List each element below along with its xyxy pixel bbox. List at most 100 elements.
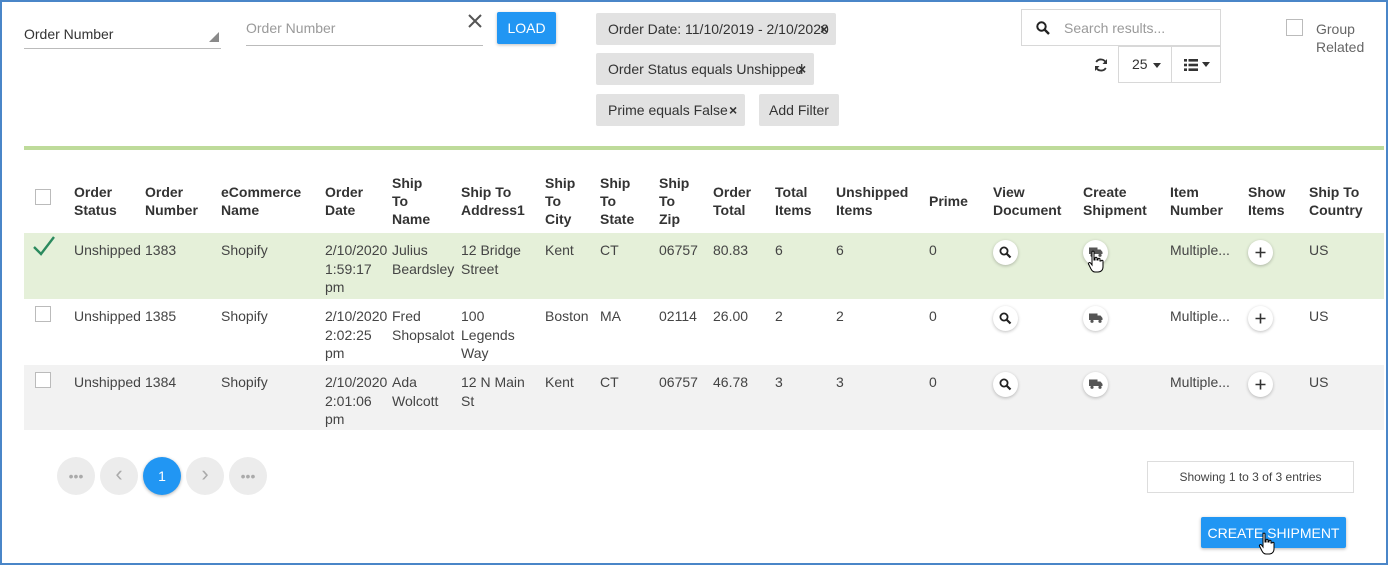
pager-first-button[interactable]: ••• <box>57 457 95 495</box>
table-row[interactable]: Unshipped 1384 Shopify 2/10/2020 2:01:06 pm Ad… <box>24 365 1384 430</box>
ship-to-address-cell-line: Street <box>461 260 499 277</box>
pager-last-button[interactable]: ••• <box>229 457 267 495</box>
ship-to-zip-cell: 06757 <box>659 374 698 390</box>
plus-icon <box>1255 379 1266 390</box>
column-header-line: City <box>545 211 572 227</box>
column-header-line: Ship To <box>1309 184 1360 200</box>
column-header-line: To <box>600 193 617 209</box>
column-header[interactable]: Order Total <box>713 183 751 219</box>
column-header[interactable]: Ship To Name <box>392 174 430 228</box>
column-header[interactable]: Item Number <box>1170 183 1223 219</box>
column-header-line: Country <box>1309 202 1363 218</box>
column-header-line: Zip <box>659 211 680 227</box>
group-related-label: Group Related <box>1316 20 1364 56</box>
column-header[interactable]: Ship To State <box>600 174 634 228</box>
view-document-button[interactable] <box>993 240 1018 265</box>
checkmark-icon[interactable] <box>32 234 56 258</box>
total-items-cell: 2 <box>775 308 783 324</box>
unshipped-items-cell: 3 <box>836 374 844 390</box>
column-header[interactable]: eCommerce Name <box>221 183 301 219</box>
order-total-cell: 46.78 <box>713 374 749 390</box>
group-related-label-line: Related <box>1316 39 1365 55</box>
column-header[interactable]: View Document <box>993 183 1061 219</box>
refresh-icon[interactable] <box>1093 57 1109 73</box>
column-header[interactable]: Show Items <box>1248 183 1285 219</box>
create-shipment-button[interactable]: CREATE SHIPMENT <box>1201 517 1346 548</box>
caret-down-icon <box>1152 62 1161 68</box>
pager-next-button[interactable]: › <box>186 457 224 495</box>
column-header-line: Shipment <box>1083 202 1147 218</box>
column-header[interactable]: Ship To Zip <box>659 174 689 228</box>
show-items-button[interactable] <box>1248 372 1273 397</box>
page-size-dropdown[interactable]: 25 <box>1118 46 1172 83</box>
add-filter-button[interactable]: Add Filter <box>759 94 839 126</box>
order-number-input[interactable] <box>246 10 483 46</box>
order-date-cell-line: pm <box>325 411 345 427</box>
column-header[interactable]: Ship To Country <box>1309 183 1363 219</box>
filter-remove-icon[interactable]: × <box>729 94 737 126</box>
ship-to-country-cell: US <box>1309 242 1329 258</box>
load-button[interactable]: LOAD <box>497 12 556 44</box>
column-header-line: Document <box>993 202 1062 218</box>
view-document-button[interactable] <box>993 372 1018 397</box>
show-items-button[interactable] <box>1248 306 1273 331</box>
filter-chip-prime: Prime equals False × <box>596 94 745 126</box>
ship-to-name-cell-line: Beardsley <box>392 260 455 277</box>
column-header-line: Unshipped <box>836 184 909 200</box>
create-shipment-row-button[interactable] <box>1083 372 1108 397</box>
column-header[interactable]: Ship To City <box>545 174 575 228</box>
column-header-line: View <box>993 184 1025 200</box>
pager-page-1[interactable]: 1 <box>143 457 181 495</box>
ship-to-name-cell-line: Fred <box>392 308 421 324</box>
prime-cell: 0 <box>929 308 937 324</box>
table-row[interactable]: Unshipped 1385 Shopify 2/10/2020 2:02:25 pm Fr… <box>24 299 1384 365</box>
item-number-cell: Multiple... <box>1170 308 1230 324</box>
column-header[interactable]: Prime <box>929 192 968 210</box>
plus-icon <box>1255 313 1266 324</box>
search-field-select[interactable]: Order Number <box>24 16 221 49</box>
view-document-button[interactable] <box>993 306 1018 331</box>
divider <box>24 146 1384 150</box>
search-results-input[interactable] <box>1064 18 1214 38</box>
ship-to-address-cell: 12 Bridge Street <box>461 241 521 278</box>
column-header-line: Items <box>836 202 873 218</box>
ship-to-address-cell-line: 12 N Main <box>461 374 525 390</box>
truck-icon <box>1089 247 1103 257</box>
column-header-line: Date <box>325 202 356 218</box>
column-header[interactable]: Unshipped Items <box>836 183 908 219</box>
row-checkbox[interactable] <box>35 372 51 388</box>
column-header-line: Order <box>325 184 364 200</box>
column-header[interactable]: Create Shipment <box>1083 183 1147 219</box>
column-header[interactable]: Total Items <box>775 183 812 219</box>
create-shipment-row-button[interactable] <box>1083 306 1108 331</box>
column-header-line: Ship <box>600 175 631 191</box>
order-date-cell-line: 2:02:25 <box>325 326 372 343</box>
column-header[interactable]: Ship To Address1 <box>461 183 525 219</box>
filter-remove-icon[interactable]: × <box>820 13 828 45</box>
column-header-line: Name <box>221 202 260 218</box>
total-items-cell: 3 <box>775 374 783 390</box>
create-shipment-row-button[interactable] <box>1083 240 1108 265</box>
ship-to-country-cell: US <box>1309 308 1329 324</box>
column-header[interactable]: Order Date <box>325 183 363 219</box>
clear-icon[interactable] <box>466 12 484 30</box>
select-all-checkbox[interactable] <box>35 189 51 205</box>
group-related-checkbox[interactable] <box>1286 19 1303 36</box>
column-header-line: Ship <box>392 175 423 191</box>
pager-prev-button[interactable]: ‹ <box>100 457 138 495</box>
column-header-line: Number <box>145 202 198 218</box>
ship-to-address-cell: 12 N Main St <box>461 373 525 410</box>
search-icon <box>999 246 1012 259</box>
filter-remove-icon[interactable]: × <box>798 53 806 85</box>
ship-to-name-cell-line: Shopsalot <box>392 326 455 343</box>
column-header[interactable]: Order Number <box>145 183 198 219</box>
columns-toggle-button[interactable] <box>1171 46 1221 83</box>
show-items-button[interactable] <box>1248 240 1273 265</box>
row-checkbox[interactable] <box>35 306 51 322</box>
ecommerce-name-cell: Shopify <box>221 308 268 324</box>
column-header[interactable]: Order Status <box>74 183 117 219</box>
table-row[interactable]: Unshipped 1383 Shopify 2/10/2020 1:59:17 pm Ju… <box>24 233 1384 299</box>
order-date-cell: 2/10/2020 2:02:25 pm <box>325 307 387 363</box>
item-number-cell: Multiple... <box>1170 242 1230 258</box>
order-number-cell: 1384 <box>145 374 177 390</box>
